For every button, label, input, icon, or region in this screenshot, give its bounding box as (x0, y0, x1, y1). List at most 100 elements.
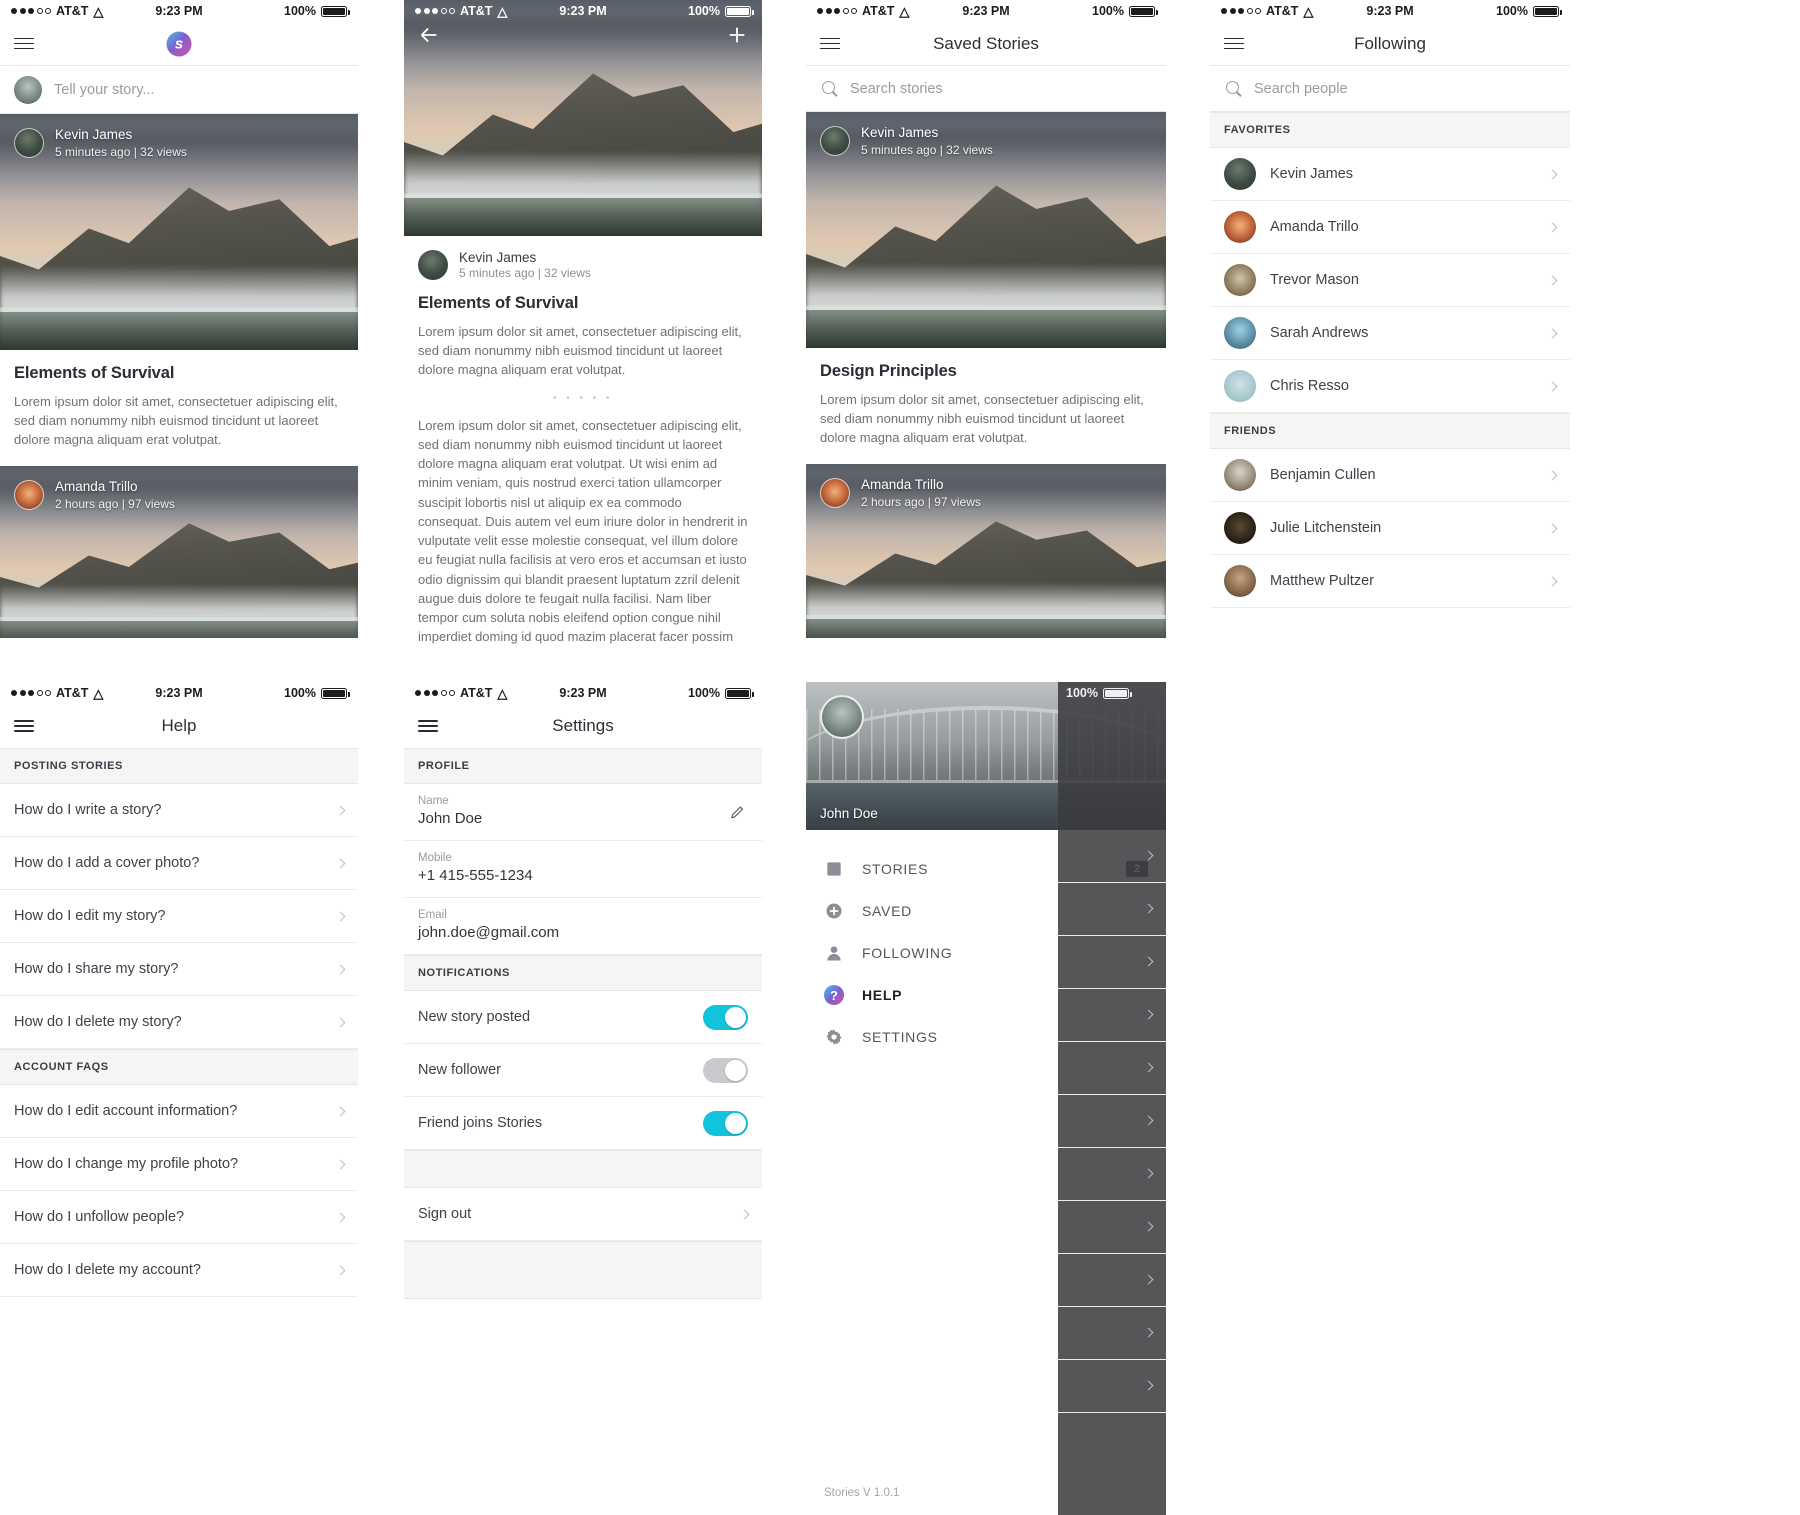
story-cover-photo[interactable]: Amanda Trillo 2 hours ago | 97 views (0, 465, 358, 638)
sign-out-label: Sign out (418, 1206, 472, 1222)
signal-dots-icon (11, 690, 51, 696)
detail-article: Elements of Survival Lorem ipsum dolor s… (404, 280, 762, 648)
drawer-item-label: FOLLOWING (862, 945, 953, 961)
detail-meta: 5 minutes ago | 32 views (459, 266, 591, 280)
status-left: AT&T △ (817, 4, 909, 18)
wifi-icon: △ (1303, 3, 1314, 19)
saved-icon (824, 901, 844, 921)
help-item[interactable]: How do I delete my account? (0, 1244, 358, 1297)
drawer-scrim[interactable]: 100% (1058, 682, 1166, 1515)
help-item[interactable]: How do I edit account information? (0, 1085, 358, 1138)
story-meta: 2 hours ago | 97 views (861, 494, 981, 509)
chevron-right-icon (335, 1212, 346, 1222)
page-title: Settings (552, 716, 614, 735)
story-author-name: Kevin James (55, 127, 133, 142)
edit-icon[interactable] (729, 804, 746, 821)
help-item[interactable]: How do I share my story? (0, 943, 358, 996)
help-item[interactable]: How do I add a cover photo? (0, 837, 358, 890)
avatar (14, 75, 42, 104)
profile-field-mobile[interactable]: Mobile +1 415-555-1234 (404, 841, 762, 898)
following-icon (824, 943, 844, 963)
search-placeholder: Search people (1254, 80, 1348, 97)
field-label: Email (418, 909, 447, 921)
avatar (1224, 264, 1256, 296)
drawer-item-label: HELP (862, 987, 903, 1003)
wifi-icon: △ (93, 3, 104, 19)
help-navbar: Help (0, 704, 358, 748)
help-item[interactable]: How do I unfollow people? (0, 1191, 358, 1244)
list-item[interactable]: Amanda Trillo (1210, 201, 1570, 254)
carrier-label: AT&T (56, 4, 89, 18)
list-item[interactable]: Julie Litchenstein (1210, 502, 1570, 555)
status-bar: AT&T △ 9:23 PM 100% (806, 0, 1166, 22)
app-logo-icon: s (166, 31, 192, 56)
search-icon (822, 81, 837, 96)
list-item[interactable]: Trevor Mason (1210, 254, 1570, 307)
person-name: Matthew Pultzer (1270, 573, 1374, 589)
story-cover-photo[interactable]: Amanda Trillo 2 hours ago | 97 views (806, 463, 1166, 638)
toggle-row-new-story[interactable]: New story posted (404, 991, 762, 1044)
section-header-posting-stories: POSTING STORIES (0, 748, 358, 784)
search-stories-input[interactable]: Search stories (806, 66, 1166, 112)
story-summary[interactable]: Design Principles Lorem ipsum dolor sit … (806, 348, 1166, 464)
list-item[interactable]: Kevin James (1210, 148, 1570, 201)
menu-icon[interactable] (14, 34, 34, 53)
profile-field-email[interactable]: Email john.doe@gmail.com (404, 898, 762, 955)
toggle-switch[interactable] (703, 1110, 748, 1136)
section-header-favorites: FAVORITES (1210, 112, 1570, 148)
add-story-button[interactable] (726, 24, 748, 51)
story-title: Elements of Survival (14, 364, 175, 382)
status-left: AT&T △ (11, 4, 103, 18)
back-button[interactable] (418, 24, 440, 51)
chevron-right-icon (1547, 275, 1558, 285)
help-item-label: How do I write a story? (14, 802, 162, 818)
list-item[interactable]: Chris Resso (1210, 360, 1570, 413)
status-left: AT&T △ (11, 686, 103, 700)
menu-icon[interactable] (418, 716, 438, 735)
ghost-row (1058, 1201, 1166, 1254)
spacer-block (404, 1241, 762, 1299)
page-title: Saved Stories (933, 33, 1039, 53)
status-right: 100% (1092, 4, 1158, 18)
avatar (820, 126, 850, 157)
chevron-right-icon (1143, 1221, 1154, 1232)
story-meta: 5 minutes ago | 32 views (861, 143, 993, 158)
status-bar: AT&T △ 9:23 PM 100% (0, 682, 358, 704)
toggle-switch[interactable] (703, 1004, 748, 1030)
help-item[interactable]: How do I delete my story? (0, 996, 358, 1049)
help-item[interactable]: How do I write a story? (0, 784, 358, 837)
wifi-icon: △ (497, 685, 508, 701)
detail-author-name: Kevin James (459, 250, 537, 265)
section-header-notifications: NOTIFICATIONS (404, 955, 762, 991)
avatar (1224, 565, 1256, 597)
avatar (1224, 512, 1256, 544)
compose-row[interactable]: Tell your story... (0, 66, 358, 114)
status-bar: AT&T △ 9:23 PM 100% (404, 682, 762, 704)
menu-icon[interactable] (1224, 34, 1244, 53)
story-author-overlay: Kevin James 5 minutes ago | 32 views (806, 112, 1166, 170)
story-author-name: Amanda Trillo (55, 478, 138, 494)
toggle-row-friend-joins[interactable]: Friend joins Stories (404, 1097, 762, 1150)
battery-percent: 100% (284, 686, 316, 700)
story-summary[interactable]: Elements of Survival Lorem ipsum dolor s… (0, 350, 358, 466)
toggle-switch[interactable] (703, 1057, 748, 1083)
toggle-row-new-follower[interactable]: New follower (404, 1044, 762, 1097)
section-header-profile: PROFILE (404, 748, 762, 784)
menu-icon[interactable] (14, 716, 34, 735)
list-item[interactable]: Benjamin Cullen (1210, 449, 1570, 502)
help-item[interactable]: How do I edit my story? (0, 890, 358, 943)
list-item[interactable]: Matthew Pultzer (1210, 555, 1570, 608)
help-item[interactable]: How do I change my profile photo? (0, 1138, 358, 1191)
battery-percent: 100% (1092, 4, 1124, 18)
search-people-input[interactable]: Search people (1210, 66, 1570, 112)
avatar[interactable] (820, 695, 864, 739)
battery-icon (1102, 687, 1132, 699)
profile-field-name[interactable]: Name John Doe (404, 784, 762, 841)
help-item-label: How do I delete my story? (14, 1014, 182, 1030)
menu-icon[interactable] (820, 34, 840, 53)
story-cover-photo[interactable]: Kevin James 5 minutes ago | 32 views (0, 114, 358, 350)
status-left: AT&T △ (1221, 4, 1313, 18)
sign-out-row[interactable]: Sign out (404, 1188, 762, 1241)
story-cover-photo[interactable]: Kevin James 5 minutes ago | 32 views (806, 112, 1166, 348)
list-item[interactable]: Sarah Andrews (1210, 307, 1570, 360)
